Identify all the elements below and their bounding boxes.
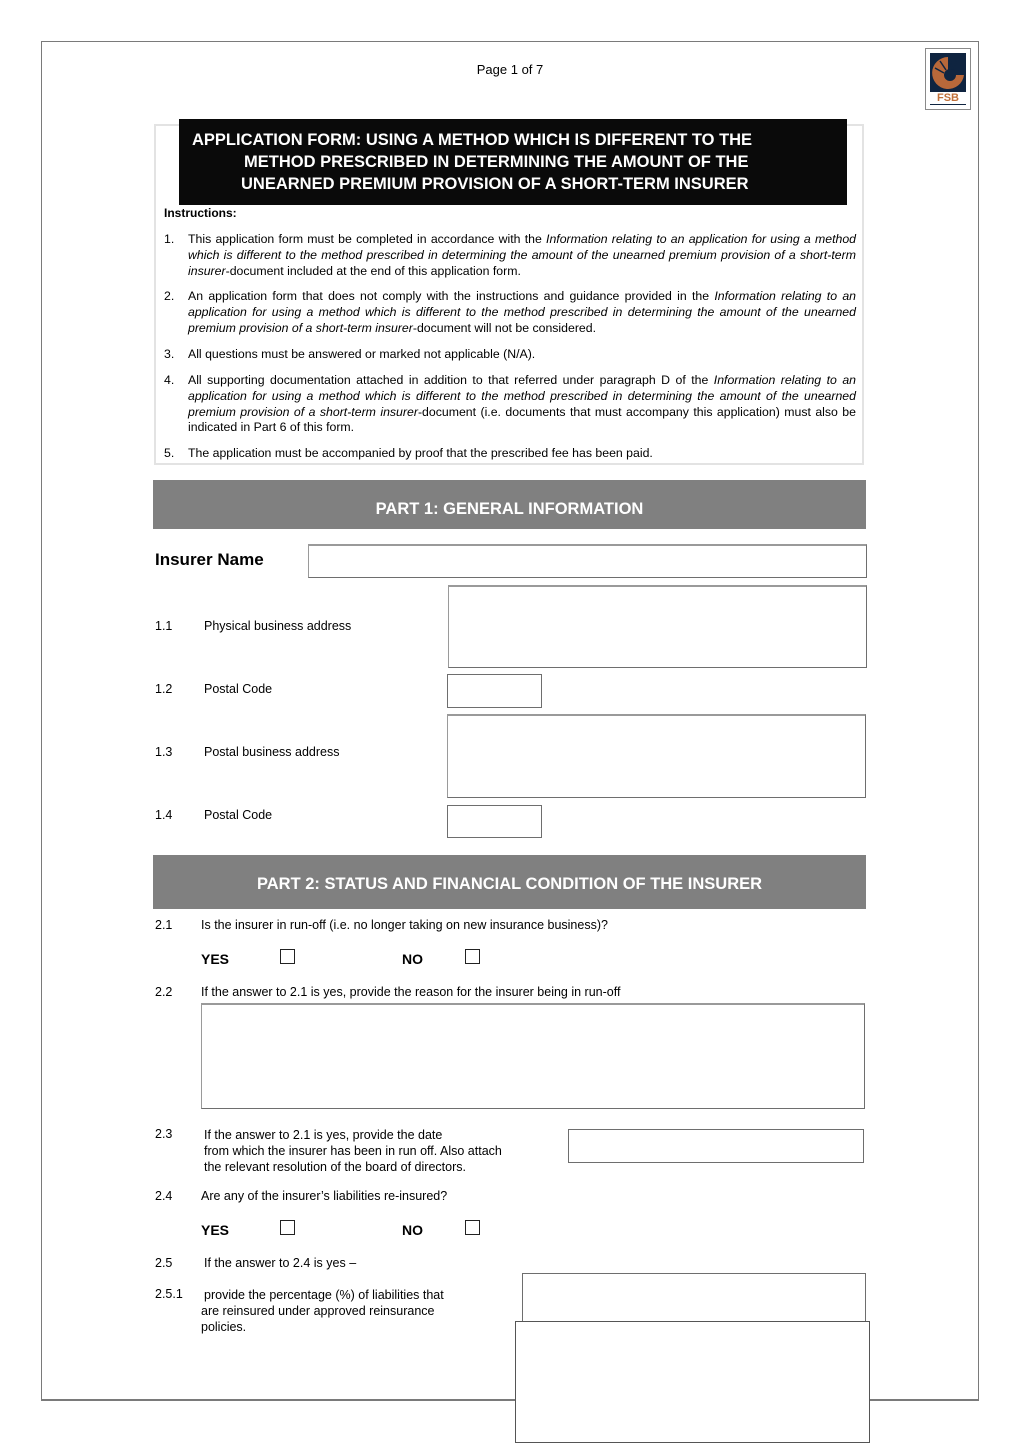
instruction-text: All questions must be answered or marked… <box>188 347 536 361</box>
reinsured-percentage-question: provide the percentage (%) of liabilitie… <box>201 1287 444 1335</box>
question-number: 2.5.1 <box>155 1287 183 1301</box>
postal-address-field[interactable] <box>447 714 866 798</box>
instruction-item: 2. An application form that does not com… <box>164 289 856 336</box>
runoff-date-line: If the answer to 2.1 is yes, provide the… <box>204 1128 443 1142</box>
page-indicator: Page 1 of 7 <box>476 62 544 77</box>
physical-address-field[interactable] <box>448 585 867 668</box>
form-title: APPLICATION FORM: USING A METHOD WHICH I… <box>179 119 847 205</box>
instruction-number: 3. <box>164 347 175 361</box>
question-number: 1.3 <box>155 745 173 759</box>
form-title-line-3: UNEARNED PREMIUM PROVISION OF A SHORT-TE… <box>241 175 749 193</box>
instruction-text-end: -document will not be considered. <box>412 320 597 335</box>
runoff-date-field[interactable] <box>568 1129 864 1163</box>
reinsured-percentage-field[interactable] <box>522 1273 866 1323</box>
postal-code-field-1[interactable] <box>447 674 542 708</box>
question-number: 2.3 <box>155 1127 173 1141</box>
physical-address-label: Physical business address <box>204 619 352 633</box>
fsb-logo: FSB <box>925 48 971 110</box>
runoff-yes-checkbox[interactable] <box>280 949 295 964</box>
reinsured-no-checkbox[interactable] <box>465 1220 480 1235</box>
instruction-item: 1. This application form must be complet… <box>164 232 856 279</box>
runoff-reason-question: If the answer to 2.1 is yes, provide the… <box>201 985 621 999</box>
question-number: 2.5 <box>155 1256 173 1270</box>
reinsured-percentage-line: are reinsured under approved reinsurance <box>201 1304 435 1318</box>
runoff-date-line: from which the insurer has been in run o… <box>204 1144 502 1158</box>
runoff-question: Is the insurer in run-off (i.e. no longe… <box>201 918 608 932</box>
reinsured-percentage-line: policies. <box>201 1320 247 1334</box>
instruction-text: The application must be accompanied by p… <box>188 446 653 460</box>
instruction-number: 5. <box>164 446 175 460</box>
instruction-number: 2. <box>164 289 175 303</box>
reinsured-yes-checkbox[interactable] <box>280 1220 295 1235</box>
instruction-text: All supporting documentation attached in… <box>188 373 714 387</box>
instruction-number: 4. <box>164 373 175 387</box>
instructions-label: Instructions: <box>164 206 237 220</box>
instruction-item: 5. The application must be accompanied b… <box>164 446 856 462</box>
question-number: 2.2 <box>155 985 173 999</box>
question-number: 2.1 <box>155 918 173 932</box>
instruction-item: 4. All supporting documentation attached… <box>164 373 856 436</box>
runoff-reason-field[interactable] <box>201 1003 865 1109</box>
question-number: 1.2 <box>155 682 173 696</box>
runoff-yes-label: YES <box>201 951 230 967</box>
runoff-date-question: If the answer to 2.1 is yes, provide the… <box>204 1127 502 1175</box>
instruction-number: 1. <box>164 232 175 246</box>
reinsured-yes-label: YES <box>201 1222 230 1238</box>
instruction-text: An application form that does not comply… <box>188 289 715 303</box>
postal-code-field-2[interactable] <box>447 805 542 838</box>
reinsured-percentage-line: provide the percentage (%) of liabilitie… <box>204 1288 444 1302</box>
question-number: 1.1 <box>155 619 173 633</box>
postal-address-label: Postal business address <box>204 745 340 759</box>
part1-heading: PART 1: GENERAL INFORMATION <box>153 480 866 529</box>
question-number: 1.4 <box>155 808 173 822</box>
reinsured-question: Are any of the insurer’s liabilities re-… <box>201 1189 448 1203</box>
runoff-no-checkbox[interactable] <box>465 949 480 964</box>
runoff-date-line: the relevant resolution of the board of … <box>204 1160 466 1174</box>
insurer-name-label: Insurer Name <box>155 550 264 569</box>
reinsured-no-label: NO <box>402 1222 423 1238</box>
instruction-text-end: -document included at the end of this ap… <box>225 263 521 278</box>
reinsured-followup: If the answer to 2.4 is yes – <box>204 1256 357 1270</box>
logo-text: FSB <box>930 92 966 104</box>
fsb-logo-icon: FSB <box>930 53 966 105</box>
instruction-item: 3. All questions must be answered or mar… <box>164 347 856 363</box>
instruction-text: This application form must be completed … <box>188 232 547 246</box>
runoff-no-label: NO <box>402 951 423 967</box>
insurer-name-field[interactable] <box>308 544 867 578</box>
question-number: 2.4 <box>155 1189 173 1203</box>
overflow-text-box[interactable] <box>515 1321 870 1443</box>
postal-code-label: Postal Code <box>204 808 273 822</box>
form-title-line-1: APPLICATION FORM: USING A METHOD WHICH I… <box>192 131 753 149</box>
form-title-line-2: METHOD PRESCRIBED IN DETERMINING THE AMO… <box>244 153 749 171</box>
postal-code-label: Postal Code <box>204 682 273 696</box>
part2-heading: PART 2: STATUS AND FINANCIAL CONDITION O… <box>153 855 866 909</box>
